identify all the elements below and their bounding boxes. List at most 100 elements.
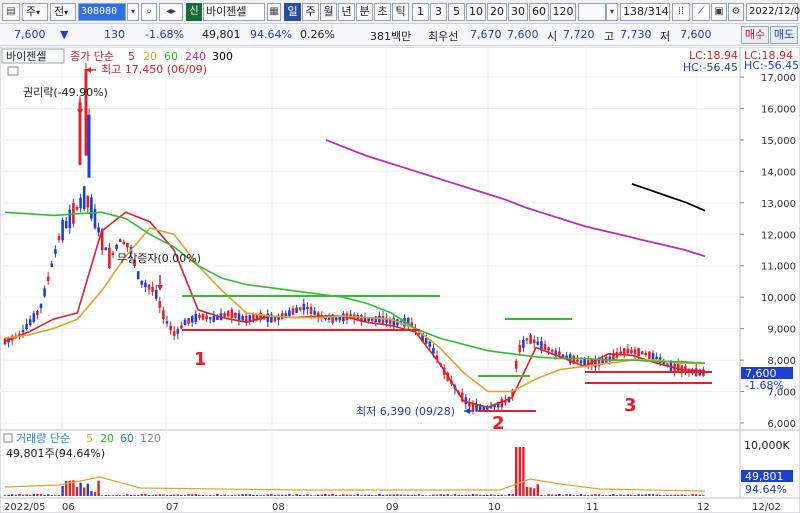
candle-body (183, 319, 187, 326)
interval-custom-input[interactable] (578, 3, 606, 21)
volume-bar (579, 493, 583, 496)
search-icon[interactable]: ⌕ (141, 3, 157, 21)
volume-bar (594, 494, 597, 496)
candle-body (482, 406, 486, 411)
candle-body (97, 227, 100, 233)
candle-body (201, 313, 205, 320)
candle-body (25, 324, 28, 330)
candle-body (309, 306, 313, 314)
stock-name-field[interactable]: 바이젠셀 (203, 3, 265, 21)
grid-icon[interactable]: ▦ (267, 3, 281, 21)
price-tick-label: 6,000 (767, 419, 796, 430)
prev-next-stock-button[interactable]: ◂▸ (159, 3, 183, 21)
date-tick-label: 10 (488, 502, 501, 513)
volume-bar (385, 494, 388, 496)
candle-body (82, 186, 86, 210)
volume-bar (659, 494, 662, 496)
tab-year[interactable]: 년 (338, 3, 355, 21)
volume-bar (209, 494, 212, 496)
volume-bar (637, 494, 640, 496)
volume-bar (36, 493, 39, 496)
candle-body (43, 288, 46, 297)
volume-bar (673, 494, 676, 496)
interval-10[interactable]: 10 (466, 3, 486, 21)
volume-bar (367, 494, 370, 496)
dots-icon[interactable]: ⁞⁞ (672, 3, 690, 21)
volume-bar (255, 494, 259, 496)
candle-body (644, 353, 648, 356)
period-select[interactable]: 주▾ (22, 3, 48, 21)
code-dropdown-button[interactable]: ▾ (127, 3, 139, 21)
sell-button[interactable]: 매도 (770, 26, 798, 44)
ma-60-label: 60 (164, 50, 178, 63)
date-field[interactable]: 2022/12/02 (746, 3, 800, 21)
volume-bar (140, 494, 143, 496)
volume-bar (191, 494, 194, 496)
volume-bar (158, 494, 161, 496)
interval-1[interactable]: 1 (412, 3, 429, 21)
page-counter: 138/314 (620, 3, 670, 21)
candle-body (147, 284, 151, 290)
stock-code-input[interactable]: 308080 (78, 3, 126, 21)
candle-body (87, 114, 91, 178)
price-chart[interactable]: 17,00016,00015,00014,00013,00012,00011,0… (0, 46, 800, 513)
ma-300-label: 300 (212, 50, 233, 63)
interval-30[interactable]: 30 (508, 3, 528, 21)
interval-120[interactable]: 120 (550, 3, 576, 21)
volume-bar (345, 494, 349, 496)
buy-button[interactable]: 매수 (741, 26, 769, 44)
interval-dropdown-button[interactable]: ▾ (606, 3, 618, 21)
trade-value: 381백만 (370, 30, 412, 43)
volume-bar (626, 494, 629, 496)
candle-body (208, 317, 212, 320)
best-quote-label: 최우선 (428, 30, 459, 43)
view-select-label: 전 (54, 5, 65, 18)
high-price: 7,730 (620, 28, 652, 41)
tab-month[interactable]: 월 (320, 3, 337, 21)
volume-bar (407, 494, 410, 496)
chevron-down-icon: ▾ (609, 7, 614, 16)
low-annotation: 최저 6,390 (09/28) (356, 405, 455, 418)
candle-body (576, 359, 579, 363)
interval-20[interactable]: 20 (487, 3, 507, 21)
volume-bar (126, 494, 129, 496)
volume-bar (39, 493, 43, 496)
interval-5[interactable]: 5 (448, 3, 465, 21)
volume-bar (227, 495, 230, 496)
tab-second[interactable]: 초 (374, 3, 391, 21)
volume-bar (457, 494, 460, 496)
tab-tick[interactable]: 틱 (392, 3, 409, 21)
volume-bar (111, 495, 115, 496)
gear-icon[interactable]: ⚙ (728, 3, 744, 21)
tab-minute[interactable]: 분 (356, 3, 373, 21)
candle-body (237, 313, 241, 321)
date-tick-label: 08 (272, 502, 285, 513)
save-icon[interactable]: ▣ (711, 3, 727, 21)
candle-body (172, 331, 176, 337)
tab-day[interactable]: 일 (284, 3, 301, 21)
volume-bar (7, 495, 10, 496)
hc-label: HC:-56.45 (683, 61, 738, 74)
volume-bar (97, 480, 100, 496)
candle-body (291, 308, 295, 315)
turnover-rate: 0.26% (300, 28, 335, 41)
interval-3[interactable]: 3 (430, 3, 447, 21)
volume-bar (504, 495, 507, 496)
volume-bar (435, 494, 439, 496)
hc-axis-label: HC:-56.45 (744, 59, 799, 72)
volume-bar (137, 494, 140, 496)
volume-bar (194, 494, 197, 496)
volume-bar (223, 494, 226, 496)
volume-bar (493, 494, 496, 496)
candle-body (36, 310, 39, 316)
best-bid: 7,600 (507, 28, 539, 41)
view-select[interactable]: 전▾ (50, 3, 76, 21)
interval-60[interactable]: 60 (529, 3, 549, 21)
tab-week[interactable]: 주 (302, 3, 319, 21)
chart-area[interactable]: 17,000 16,000 15,000 14,000 13,000 12,000 11,0… (0, 46, 800, 513)
candle-body (342, 313, 345, 322)
candle-body (79, 197, 82, 209)
chart-type-icon[interactable]: ▤ (2, 3, 20, 21)
volume-bar (446, 494, 449, 496)
chart-tool-icon[interactable]: ⟋ (692, 3, 710, 21)
